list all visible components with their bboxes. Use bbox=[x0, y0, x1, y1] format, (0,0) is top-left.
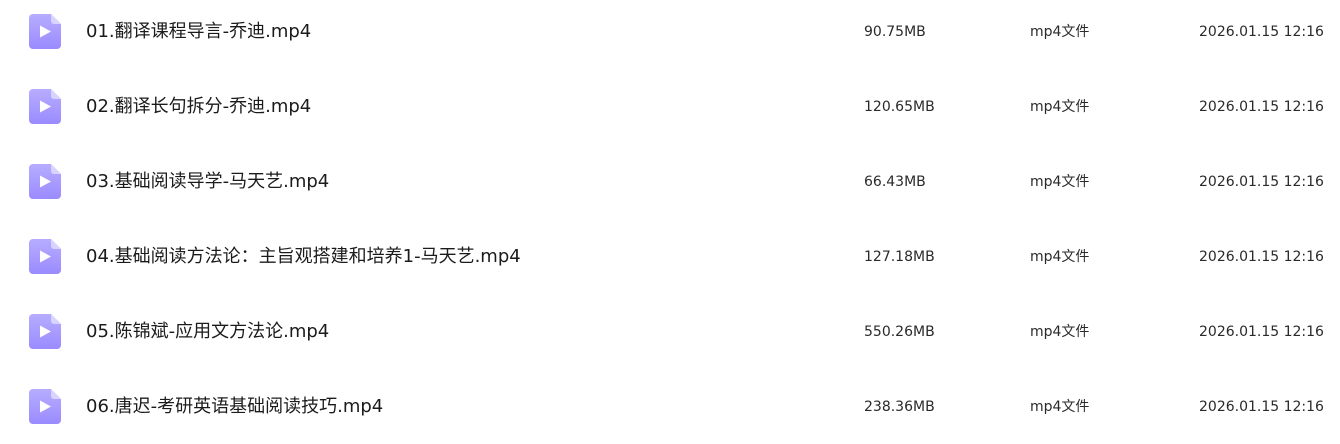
file-row[interactable]: 01.翻译课程导言-乔迪.mp4 90.75MB mp4文件 2026.01.1… bbox=[0, 0, 1340, 69]
file-size: 238.36MB bbox=[864, 399, 935, 415]
video-file-icon bbox=[29, 314, 61, 349]
video-file-icon bbox=[29, 89, 61, 124]
file-type: mp4文件 bbox=[1030, 24, 1090, 40]
video-file-icon bbox=[29, 239, 61, 274]
file-date: 2026.01.15 12:16 bbox=[1199, 174, 1324, 190]
file-name[interactable]: 01.翻译课程导言-乔迪.mp4 bbox=[86, 20, 311, 44]
file-name[interactable]: 02.翻译长句拆分-乔迪.mp4 bbox=[86, 95, 311, 119]
file-size: 127.18MB bbox=[864, 249, 935, 265]
file-size: 120.65MB bbox=[864, 99, 935, 115]
file-type: mp4文件 bbox=[1030, 249, 1090, 265]
file-row[interactable]: 03.基础阅读导学-马天艺.mp4 66.43MB mp4文件 2026.01.… bbox=[0, 144, 1340, 219]
file-name[interactable]: 03.基础阅读导学-马天艺.mp4 bbox=[86, 170, 329, 194]
file-name[interactable]: 04.基础阅读方法论：主旨观搭建和培养1-马天艺.mp4 bbox=[86, 245, 521, 269]
file-size: 90.75MB bbox=[864, 24, 926, 40]
file-name[interactable]: 06.唐迟-考研英语基础阅读技巧.mp4 bbox=[86, 395, 383, 419]
video-file-icon bbox=[29, 164, 61, 199]
file-type: mp4文件 bbox=[1030, 324, 1090, 340]
video-file-icon bbox=[29, 14, 61, 49]
file-date: 2026.01.15 12:16 bbox=[1199, 24, 1324, 40]
file-date: 2026.01.15 12:16 bbox=[1199, 399, 1324, 415]
file-type: mp4文件 bbox=[1030, 399, 1090, 415]
file-date: 2026.01.15 12:16 bbox=[1199, 249, 1324, 265]
file-name[interactable]: 05.陈锦斌-应用文方法论.mp4 bbox=[86, 320, 329, 344]
file-type: mp4文件 bbox=[1030, 99, 1090, 115]
file-row[interactable]: 05.陈锦斌-应用文方法论.mp4 550.26MB mp4文件 2026.01… bbox=[0, 294, 1340, 369]
file-type: mp4文件 bbox=[1030, 174, 1090, 190]
file-row[interactable]: 02.翻译长句拆分-乔迪.mp4 120.65MB mp4文件 2026.01.… bbox=[0, 69, 1340, 144]
file-size: 66.43MB bbox=[864, 174, 926, 190]
video-file-icon bbox=[29, 389, 61, 424]
file-row[interactable]: 04.基础阅读方法论：主旨观搭建和培养1-马天艺.mp4 127.18MB mp… bbox=[0, 219, 1340, 294]
file-size: 550.26MB bbox=[864, 324, 935, 340]
file-row[interactable]: 06.唐迟-考研英语基础阅读技巧.mp4 238.36MB mp4文件 2026… bbox=[0, 369, 1340, 444]
file-date: 2026.01.15 12:16 bbox=[1199, 324, 1324, 340]
file-date: 2026.01.15 12:16 bbox=[1199, 99, 1324, 115]
file-list: 01.翻译课程导言-乔迪.mp4 90.75MB mp4文件 2026.01.1… bbox=[0, 0, 1340, 439]
